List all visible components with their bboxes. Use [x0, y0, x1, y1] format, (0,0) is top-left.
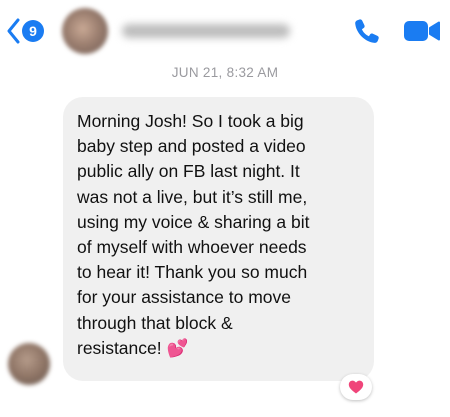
conversation-header: 9: [0, 0, 450, 62]
heart-icon: [348, 380, 364, 394]
sender-avatar[interactable]: [8, 343, 50, 385]
chevron-left-icon: [7, 18, 20, 44]
phone-icon[interactable]: [352, 16, 382, 46]
message-timestamp: JUN 21, 8:32 AM: [171, 65, 279, 80]
message-bubble[interactable]: Morning Josh! So I took a big baby step …: [63, 97, 374, 381]
unread-count-badge: 9: [22, 20, 44, 42]
back-button[interactable]: 9: [6, 17, 44, 45]
contact-avatar[interactable]: [62, 8, 108, 54]
contact-name[interactable]: [122, 22, 290, 40]
message-text: Morning Josh! So I took a big baby step …: [77, 111, 310, 358]
video-camera-icon[interactable]: [403, 18, 441, 44]
reaction-badge[interactable]: [340, 374, 372, 400]
